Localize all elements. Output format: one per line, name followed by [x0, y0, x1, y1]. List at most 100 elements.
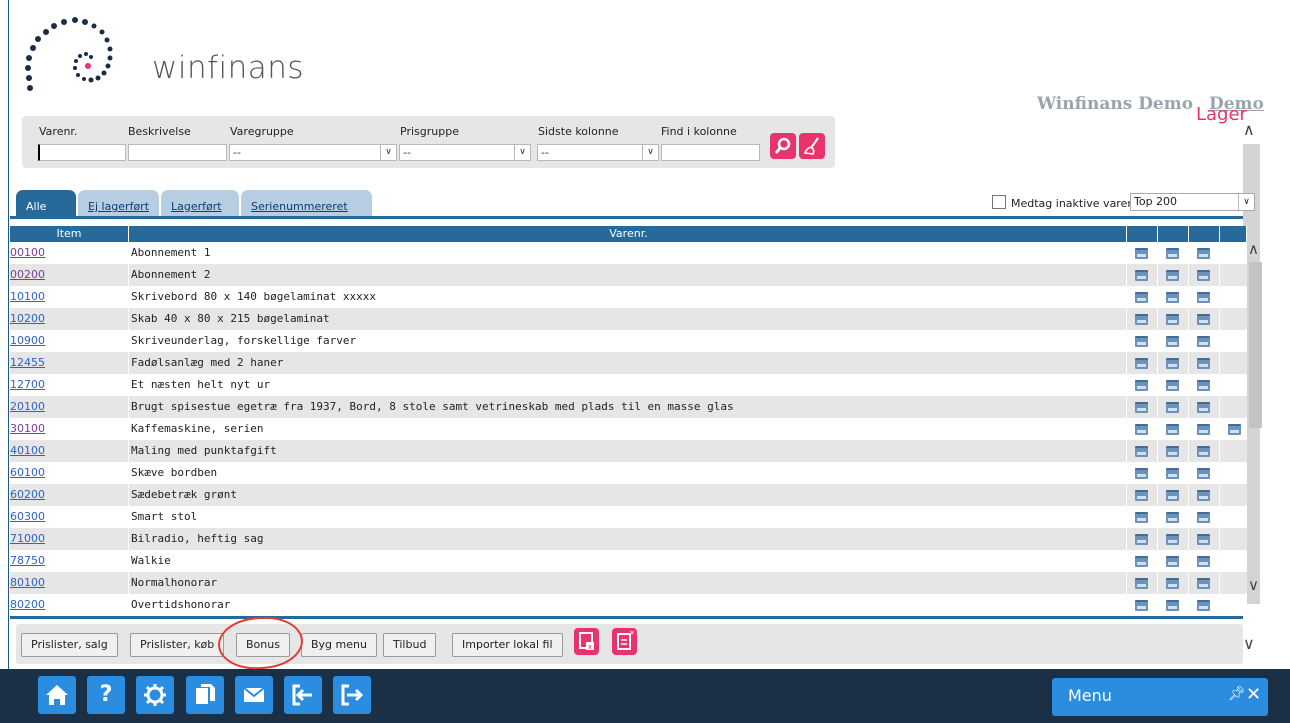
document-icon[interactable] [1197, 336, 1210, 347]
document-icon[interactable] [1166, 380, 1179, 391]
tab-serienummereret[interactable]: Serienummereret [241, 190, 372, 216]
table-row[interactable]: 10200 Skab 40 x 80 x 215 bøgelaminat [10, 308, 1247, 330]
document-icon[interactable] [1135, 446, 1148, 457]
help-button[interactable]: ? [87, 676, 125, 714]
document-icon[interactable] [1166, 578, 1179, 589]
document-icon[interactable] [1197, 248, 1210, 259]
document-icon[interactable] [1197, 270, 1210, 281]
document-icon[interactable] [1135, 336, 1148, 347]
byg-menu-button[interactable]: Byg menu [301, 633, 377, 657]
home-button[interactable] [38, 676, 76, 714]
table-row[interactable]: 80100 Normalhonorar [10, 572, 1247, 594]
item-link[interactable]: 10100 [10, 286, 129, 308]
document-icon[interactable] [1166, 314, 1179, 325]
tab-alle[interactable]: Alle [16, 190, 76, 216]
table-scrollbar[interactable]: ∧ ∨ [1247, 226, 1264, 615]
table-row[interactable]: 71000 Bilradio, heftig sag [10, 528, 1247, 550]
login-button[interactable] [284, 676, 322, 714]
item-link[interactable]: 00100 [10, 242, 129, 264]
table-row[interactable]: 60200 Sædebetræk grønt [10, 484, 1247, 506]
new-document-button[interactable]: * [612, 628, 637, 655]
prislister-koeb-button[interactable]: Prislister, køb [130, 633, 225, 657]
document-icon[interactable] [1197, 402, 1210, 413]
scroll-up-icon[interactable]: ∧ [1248, 240, 1259, 258]
document-icon[interactable] [1197, 446, 1210, 457]
search-button[interactable] [770, 133, 796, 159]
document-icon[interactable] [1135, 490, 1148, 501]
document-icon[interactable] [1166, 600, 1179, 611]
document-icon[interactable] [1228, 424, 1241, 435]
item-link[interactable]: 10200 [10, 308, 129, 330]
scroll-down-icon[interactable]: ∨ [1243, 634, 1255, 653]
document-icon[interactable] [1197, 556, 1210, 567]
item-link[interactable]: 10900 [10, 330, 129, 352]
importer-lokal-fil-button[interactable]: Importer lokal fil [452, 633, 563, 657]
find-i-kolonne-input[interactable] [661, 144, 760, 161]
document-icon[interactable] [1166, 556, 1179, 567]
document-icon[interactable] [1135, 380, 1148, 391]
document-icon[interactable] [1135, 578, 1148, 589]
settings-button[interactable] [136, 676, 174, 714]
document-icon[interactable] [1197, 512, 1210, 523]
scroll-down-icon[interactable]: ∨ [1248, 576, 1259, 594]
close-icon[interactable]: ✕ [1246, 684, 1261, 705]
document-icon[interactable] [1135, 600, 1148, 611]
table-row[interactable]: 60100 Skæve bordben [10, 462, 1247, 484]
document-icon[interactable] [1166, 292, 1179, 303]
table-row[interactable]: 78750 Walkie [10, 550, 1247, 572]
table-row[interactable]: 30100 Kaffemaskine, serien [10, 418, 1247, 440]
menu-panel[interactable]: Menu 📌︎ ✕ [1052, 678, 1268, 716]
table-row[interactable]: 00200 Abonnement 2 [10, 264, 1247, 286]
table-scrollbar-thumb[interactable] [1249, 262, 1262, 428]
item-link[interactable]: 60200 [10, 484, 129, 506]
document-icon[interactable] [1135, 402, 1148, 413]
item-link[interactable]: 80100 [10, 572, 129, 594]
beskrivelse-input[interactable] [128, 144, 227, 161]
document-icon[interactable] [1166, 358, 1179, 369]
document-icon[interactable] [1135, 248, 1148, 259]
pin-icon[interactable]: 📌︎ [1228, 686, 1246, 702]
table-row[interactable]: 40100 Maling med punktafgift [10, 440, 1247, 462]
table-row[interactable]: 12700 Et næsten helt nyt ur [10, 374, 1247, 396]
document-icon[interactable] [1166, 446, 1179, 457]
document-icon[interactable] [1166, 468, 1179, 479]
table-row[interactable]: 10100 Skrivebord 80 x 140 bøgelaminat xxx… [10, 286, 1247, 308]
document-icon[interactable] [1166, 424, 1179, 435]
tilbud-button[interactable]: Tilbud [383, 633, 437, 657]
document-icon[interactable] [1135, 292, 1148, 303]
prisgruppe-select[interactable]: -- ∨ [399, 144, 531, 161]
document-icon[interactable] [1135, 512, 1148, 523]
item-link[interactable]: 78750 [10, 550, 129, 572]
top-count-select[interactable]: Top 200 ∨ [1130, 193, 1255, 211]
document-icon[interactable] [1166, 534, 1179, 545]
table-row[interactable]: 80200 Overtidshonorar [10, 594, 1247, 615]
table-row[interactable]: 12455 Fadølsanlæg med 2 haner [10, 352, 1247, 374]
item-link[interactable]: 60100 [10, 462, 129, 484]
document-icon[interactable] [1197, 468, 1210, 479]
tab-ej-lagerfoert[interactable]: Ej lagerført [78, 190, 159, 216]
document-icon[interactable] [1166, 490, 1179, 501]
tab-lagerfoert[interactable]: Lagerført [161, 190, 239, 216]
document-icon[interactable] [1197, 424, 1210, 435]
document-icon[interactable] [1135, 270, 1148, 281]
mail-button[interactable] [235, 676, 273, 714]
item-link[interactable]: 71000 [10, 528, 129, 550]
table-row[interactable]: 10900 Skriveunderlag, forskellige farver [10, 330, 1247, 352]
document-icon[interactable] [1166, 336, 1179, 347]
document-icon[interactable] [1197, 490, 1210, 501]
column-header-varenr[interactable]: Varenr. [131, 226, 1127, 242]
clear-filter-button[interactable] [799, 133, 825, 159]
copy-button[interactable] [186, 676, 224, 714]
prislister-salg-button[interactable]: Prislister, salg [21, 633, 118, 657]
document-icon[interactable] [1166, 270, 1179, 281]
item-link[interactable]: 12700 [10, 374, 129, 396]
item-link[interactable]: 20100 [10, 396, 129, 418]
varegruppe-select[interactable]: -- ∨ [229, 144, 397, 161]
document-icon[interactable] [1197, 358, 1210, 369]
item-link[interactable]: 12455 [10, 352, 129, 374]
document-icon[interactable] [1135, 314, 1148, 325]
scroll-up-icon[interactable]: ∧ [1243, 120, 1255, 139]
item-link[interactable]: 60300 [10, 506, 129, 528]
excel-export-button[interactable]: x [574, 628, 599, 655]
table-row[interactable]: 60300 Smart stol [10, 506, 1247, 528]
